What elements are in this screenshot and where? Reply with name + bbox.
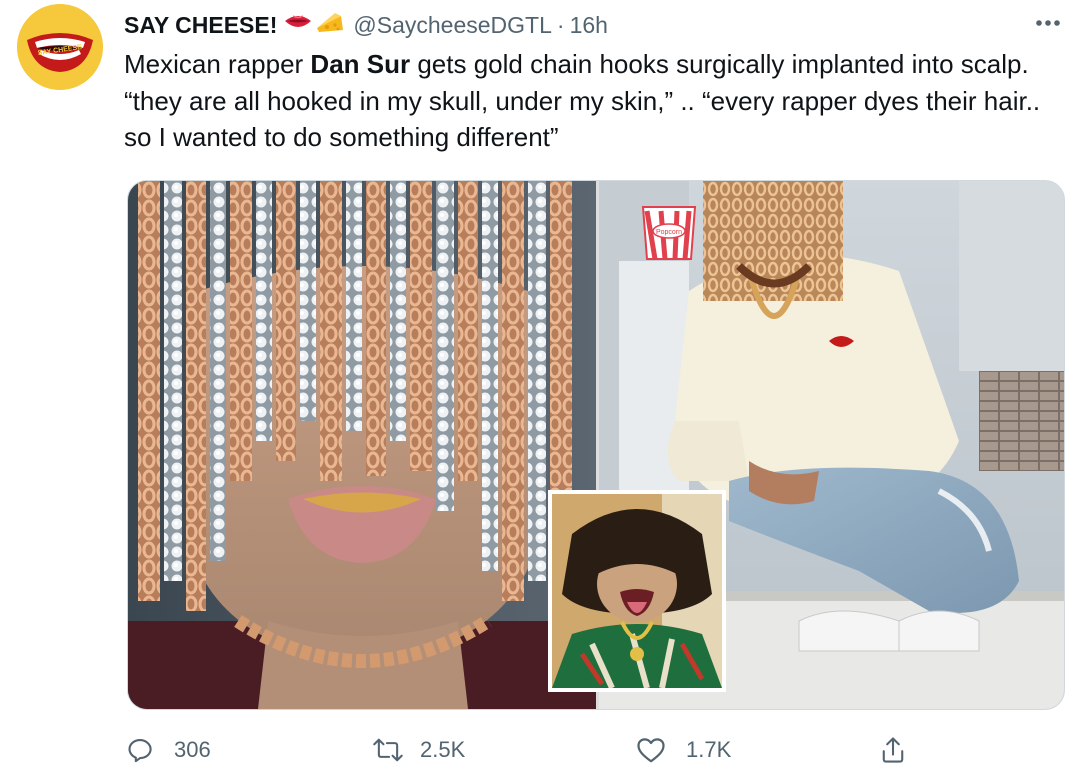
retweet-count: 2.5K — [420, 737, 466, 762]
say-cheese-logo: SAY CHEESE — [17, 4, 103, 90]
more-dots-icon — [1036, 20, 1060, 26]
retweet-button[interactable]: 2.5K — [372, 728, 465, 772]
like-button[interactable]: 1.7K — [636, 728, 731, 772]
separator-dot: · — [556, 11, 565, 38]
share-button[interactable] — [880, 728, 906, 772]
author-name[interactable]: SAY CHEESE! — [124, 12, 277, 39]
avatar[interactable]: SAY CHEESE — [17, 4, 103, 90]
tweet-text-start: Mexican rapper — [124, 49, 311, 79]
reply-icon — [128, 739, 152, 763]
image-closeup-face[interactable] — [128, 181, 596, 709]
heart-icon — [637, 738, 665, 763]
retweet-icon — [373, 738, 403, 762]
tweet-header: SAY CHEESE! @SaycheeseDGTL · 16h — [124, 10, 608, 40]
reply-count: 306 — [174, 737, 211, 762]
tweet-text: Mexican rapper Dan Sur gets gold chain h… — [124, 46, 1069, 156]
share-icon — [882, 737, 904, 763]
lips-emoji-icon — [283, 11, 313, 39]
svg-text:Popcorn: Popcorn — [656, 229, 682, 236]
tweet-actions: 306 2.5K 1.7K — [124, 728, 924, 772]
like-count: 1.7K — [686, 737, 732, 762]
image-inset-tongue[interactable] — [548, 490, 726, 692]
reply-button[interactable]: 306 — [126, 728, 211, 772]
author-handle[interactable]: @SaycheeseDGTL — [353, 12, 552, 39]
cheese-emoji-icon — [315, 10, 345, 40]
tweet-timestamp[interactable]: 16h — [570, 12, 608, 39]
tweet-text-bold-name[interactable]: Dan Sur — [310, 49, 410, 79]
more-options-button[interactable] — [1028, 8, 1068, 38]
